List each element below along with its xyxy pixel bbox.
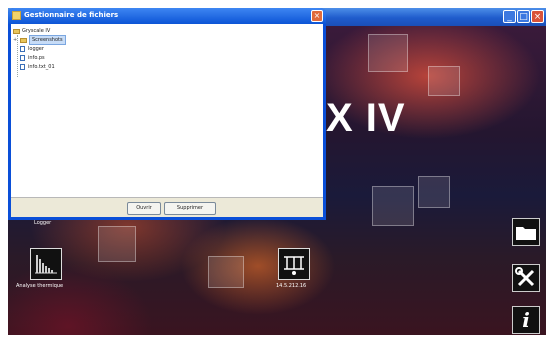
folder-button[interactable] (512, 218, 540, 246)
info-icon: i (522, 308, 530, 332)
file-icon (20, 46, 25, 52)
delete-button[interactable]: Supprimer (164, 202, 216, 215)
file-tree[interactable]: Gryscale IV + Screenshots logger info.ps… (11, 24, 323, 198)
tools-button[interactable] (512, 264, 540, 292)
dialog-titlebar[interactable]: Gestionnaire de fichiers × (8, 8, 326, 24)
dialog-close-button[interactable]: × (311, 10, 323, 22)
app-icon (12, 11, 21, 20)
logger-icon-label: Logger (34, 220, 52, 226)
tree-item-label: logger (28, 46, 44, 52)
tree-item-label: info.ps (28, 55, 45, 61)
folder-icon (13, 28, 20, 34)
open-button[interactable]: Ouvrir (127, 202, 161, 215)
decorative-cube (368, 34, 408, 72)
dialog-title: Gestionnaire de fichiers (24, 11, 119, 19)
thermal-analysis-icon[interactable] (30, 248, 62, 280)
file-icon (20, 55, 25, 61)
decorative-cube (418, 176, 450, 208)
folder-icon (516, 227, 536, 240)
tree-item-file[interactable]: info.txt_01 (20, 63, 55, 71)
decorative-cube (98, 226, 136, 262)
file-icon (20, 64, 25, 70)
minimize-button[interactable]: _ (503, 10, 516, 23)
expand-icon[interactable]: + (13, 36, 19, 44)
network-address-label: 14.5.212.16 (276, 283, 307, 289)
wrench-screwdriver-icon (515, 267, 535, 287)
decorative-cube (372, 186, 414, 226)
tree-root[interactable]: Gryscale IV (13, 27, 50, 35)
dialog-body: Gryscale IV + Screenshots logger info.ps… (11, 24, 323, 217)
tree-item-label: info.txt_01 (28, 64, 55, 70)
decorative-cube (428, 66, 460, 96)
network-address-icon[interactable] (278, 248, 310, 280)
tree-item-label: Screenshots (29, 35, 66, 45)
maximize-button[interactable]: □ (517, 10, 530, 23)
tree-item-file[interactable]: logger (20, 45, 44, 53)
tree-item-file[interactable]: info.ps (20, 54, 45, 62)
file-manager-dialog: Gestionnaire de fichiers × Gryscale IV +… (8, 8, 326, 220)
thermal-analysis-label: Analyse thermique (16, 283, 64, 289)
close-button[interactable]: × (531, 10, 544, 23)
decorative-cube (208, 256, 244, 288)
brand-title: X IV (326, 96, 406, 140)
folder-icon (20, 37, 27, 43)
tree-item-screenshots[interactable]: + Screenshots (13, 35, 66, 45)
info-button[interactable]: i (512, 306, 540, 334)
tree-root-label: Gryscale IV (22, 28, 51, 34)
